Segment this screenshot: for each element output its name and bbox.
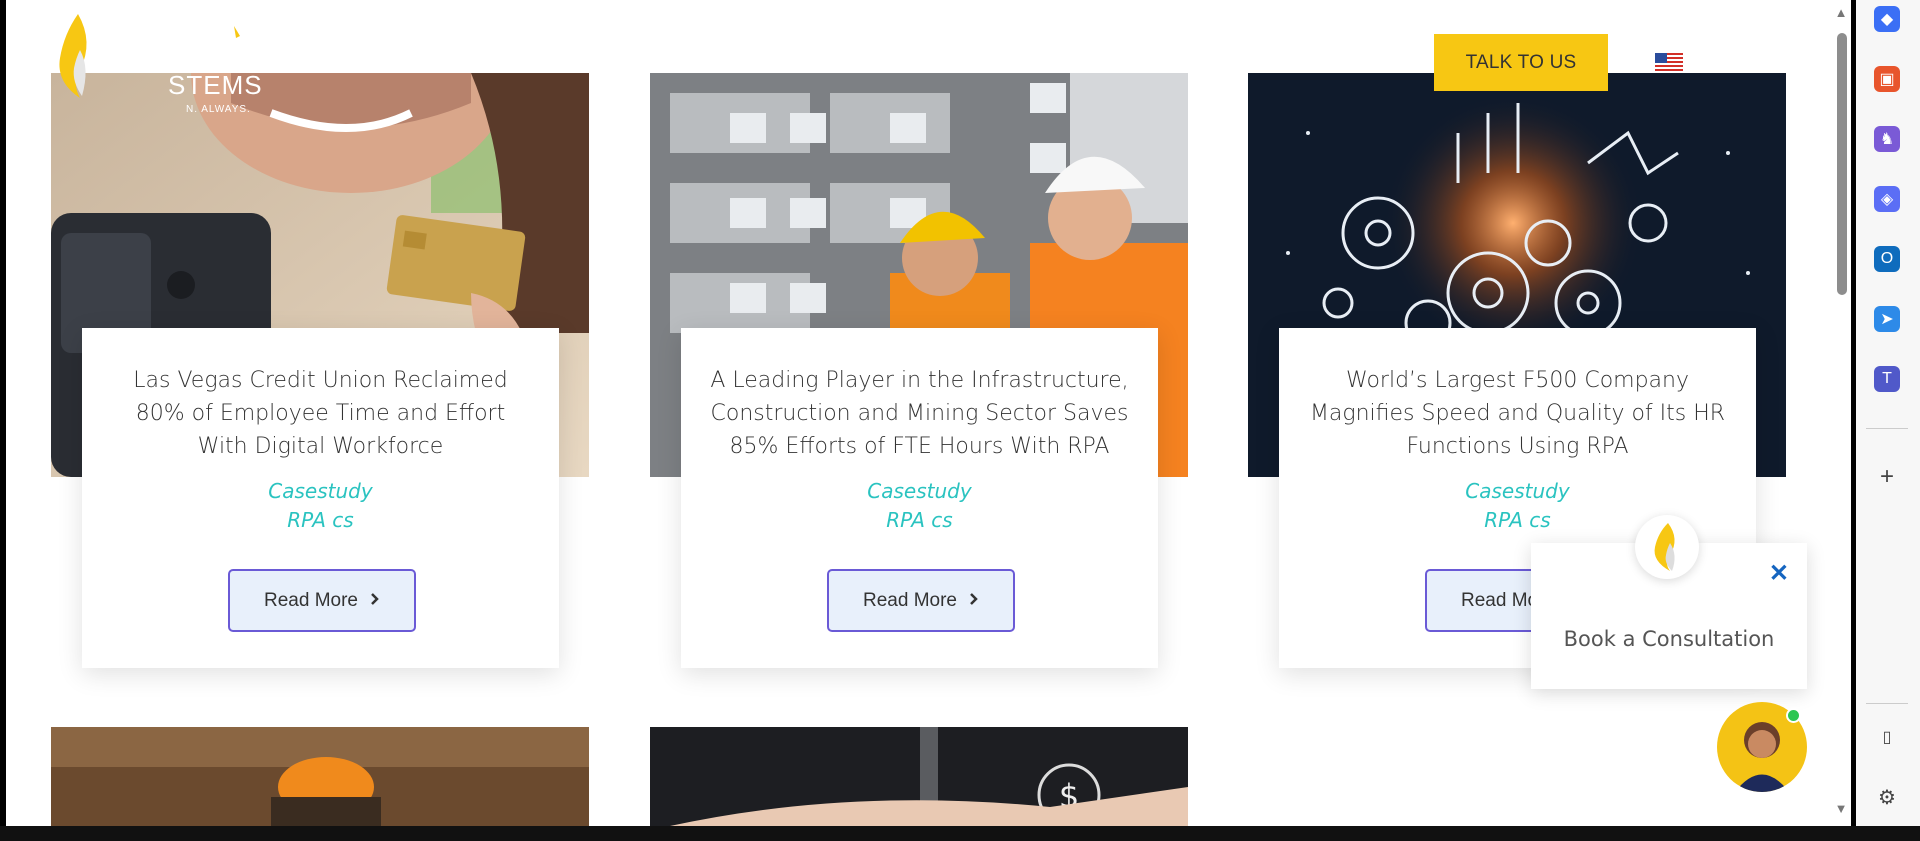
tag-icon[interactable]: ◆ [1874,6,1900,32]
scroll-up-icon[interactable]: ▲ [1834,6,1848,20]
card-image-worker [51,727,589,826]
card-category[interactable]: Casestudy [82,477,559,506]
add-icon[interactable]: + [1874,463,1900,490]
case-study-card: Las Vegas Credit Union Reclaimed 80% of … [82,328,559,668]
read-more-button[interactable]: Read More [827,569,1015,632]
read-more-label: Read More [863,589,957,611]
sidebar-divider [1866,703,1908,704]
close-icon[interactable]: ✕ [1769,559,1789,588]
settings-icon[interactable]: ⚙ [1874,784,1900,810]
teams-icon[interactable]: T [1874,366,1900,392]
card-title[interactable]: A Leading Player in the Infrastructure, … [681,328,1158,463]
read-more-button[interactable]: Read More [228,569,416,632]
outlook-icon[interactable]: O [1874,246,1900,272]
book-consultation-text[interactable]: Book a Consultation [1531,627,1807,651]
card-image-finance: $ [650,727,1188,826]
send-icon[interactable]: ➤ [1874,306,1900,332]
chess-icon[interactable]: ♞ [1874,126,1900,152]
online-status-indicator [1786,708,1801,723]
sidebar-toggle-icon[interactable]: ▯ [1874,724,1900,750]
copilot-icon[interactable]: ◈ [1874,186,1900,212]
us-flag-icon[interactable] [1655,53,1683,73]
logo-tagline: N. ALWAYS. [186,104,251,115]
briefcase-icon[interactable]: ▣ [1874,66,1900,92]
scroll-thumb[interactable] [1837,33,1847,295]
scroll-down-icon[interactable]: ▼ [1834,802,1848,816]
card-title[interactable]: Las Vegas Credit Union Reclaimed 80% of … [82,328,559,463]
logo-text: STEMS [168,70,263,100]
chevron-right-icon [969,590,979,612]
sidebar-divider [1866,428,1908,429]
read-more-label: Read More [264,589,358,611]
talk-to-us-button[interactable]: TALK TO US [1434,34,1608,91]
taskbar-edge [0,826,1920,841]
chevron-right-icon [370,590,380,612]
case-study-card: A Leading Player in the Infrastructure, … [681,328,1158,668]
card-tag[interactable]: RPA cs [82,506,559,535]
card-tag[interactable]: RPA cs [681,506,1158,535]
company-logo[interactable]: STEMS N. ALWAYS. [50,12,263,115]
page-viewport: STEMS N. ALWAYS. TALK TO US Las Vegas Cr… [6,0,1837,826]
popup-logo-icon [1635,515,1699,579]
consultation-popup: ✕ Book a Consultation [1531,515,1807,689]
card-title[interactable]: World’s Largest F500 Company Magnifies S… [1279,328,1756,463]
card-category[interactable]: Casestudy [681,477,1158,506]
card-category[interactable]: Casestudy [1279,477,1756,506]
